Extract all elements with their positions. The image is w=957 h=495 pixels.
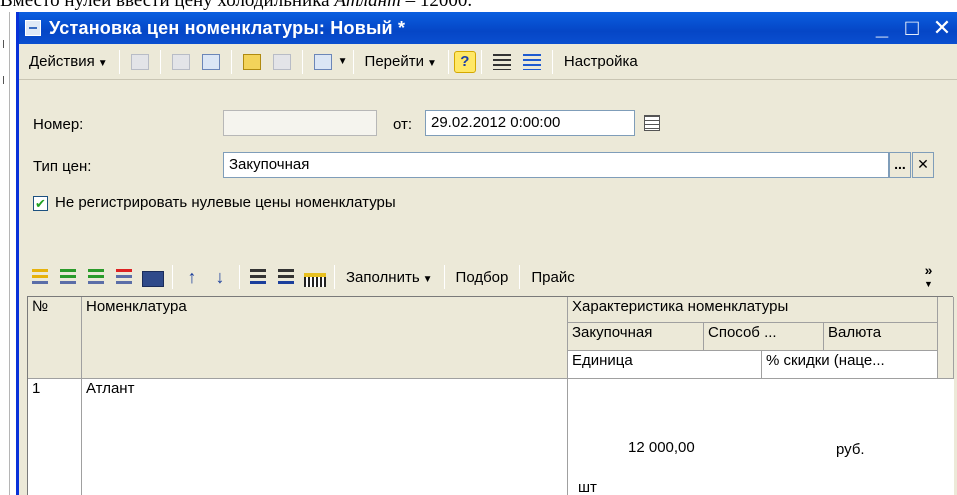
header-num[interactable]: № bbox=[28, 297, 82, 379]
add-row-icon[interactable] bbox=[30, 266, 52, 288]
movements-icon[interactable] bbox=[271, 51, 293, 73]
toolbar-separator bbox=[551, 49, 553, 74]
move-icon[interactable] bbox=[129, 51, 151, 73]
number-field[interactable] bbox=[223, 110, 377, 136]
table-row-characteristic[interactable] bbox=[568, 379, 954, 495]
chevron-down-icon: ▼ bbox=[97, 58, 108, 69]
prices-table[interactable]: № Номенклатура Характеристика номенклату… bbox=[27, 296, 954, 495]
toolbar-separator bbox=[301, 49, 303, 74]
minimize-button[interactable]: _ bbox=[867, 15, 897, 41]
background-document-edge bbox=[0, 12, 10, 495]
toolbar-separator bbox=[230, 49, 232, 74]
number-label: Номер: bbox=[33, 116, 84, 133]
more-commands-icon[interactable]: » ▼ bbox=[924, 262, 933, 290]
refresh-icon[interactable] bbox=[200, 51, 222, 73]
based-on-icon[interactable] bbox=[312, 51, 334, 73]
barcode-icon[interactable] bbox=[304, 273, 326, 287]
actions-menu-label: Действия bbox=[29, 53, 95, 70]
copy-row-icon[interactable] bbox=[58, 266, 80, 288]
sort-ascending-icon[interactable] bbox=[248, 266, 270, 288]
price-type-field[interactable]: Закупочная bbox=[223, 152, 889, 178]
toolbar-separator bbox=[443, 265, 445, 289]
caption-italic: Атлант bbox=[334, 0, 401, 11]
clear-button[interactable]: ✕ bbox=[912, 152, 934, 178]
delete-row-icon[interactable] bbox=[114, 266, 136, 288]
sort-descending-icon[interactable] bbox=[276, 266, 298, 288]
toolbar-separator bbox=[480, 49, 482, 74]
table-row-item[interactable]: Атлант bbox=[82, 379, 568, 495]
toolbar-separator bbox=[118, 49, 120, 74]
structure-icon[interactable] bbox=[241, 51, 263, 73]
chevron-down-icon: ▼ bbox=[422, 273, 433, 285]
toolbar-separator bbox=[334, 265, 335, 289]
toolbar-separator bbox=[172, 265, 173, 289]
price-type-label: Тип цен: bbox=[33, 158, 92, 175]
toolbar-separator bbox=[352, 49, 354, 74]
fill-menu-label: Заполнить bbox=[346, 268, 420, 286]
table-toolbar: ↑ ↓ Заполнить ▼ Подбор Прайс » ▼ bbox=[19, 262, 957, 292]
document-icon bbox=[25, 20, 41, 36]
chevron-down-icon[interactable]: ▼ bbox=[338, 56, 348, 67]
caption-suffix: – 12000. bbox=[400, 0, 473, 11]
date-label: от: bbox=[393, 116, 413, 133]
zero-prices-checkbox-label[interactable]: Не регистрировать нулевые цены номенклат… bbox=[55, 194, 396, 211]
table-row-num[interactable]: 1 bbox=[28, 379, 82, 495]
window-title: Установка цен номенклатуры: Новый * bbox=[49, 17, 406, 38]
end-edit-icon[interactable] bbox=[142, 271, 164, 287]
header-discount[interactable]: % скидки (наце... bbox=[762, 351, 938, 379]
main-toolbar: Действия ▼ ▼ Перейти ▼ ? Настройка bbox=[19, 44, 957, 80]
document-caption: Вместо нулей ввести цену холодильника Ат… bbox=[0, 0, 957, 12]
zero-prices-checkbox[interactable]: ✔ bbox=[33, 196, 48, 211]
toolbar-separator bbox=[239, 265, 240, 289]
post-icon[interactable] bbox=[170, 51, 192, 73]
caption-prefix: Вместо нулей ввести цену холодильника bbox=[0, 0, 335, 11]
fill-menu[interactable]: Заполнить ▼ bbox=[340, 269, 439, 286]
move-down-icon[interactable]: ↓ bbox=[209, 266, 231, 288]
more-commands-glyph: » bbox=[924, 262, 933, 278]
table-row-price[interactable]: 12 000,00 bbox=[628, 439, 695, 456]
header-unit[interactable]: Единица bbox=[568, 351, 762, 379]
list-view-icon[interactable] bbox=[521, 51, 543, 73]
goto-menu[interactable]: Перейти ▼ bbox=[359, 53, 443, 70]
header-method[interactable]: Способ ... bbox=[704, 323, 824, 351]
header-spacer bbox=[938, 297, 954, 379]
header-characteristic[interactable]: Характеристика номенклатуры bbox=[568, 297, 938, 323]
list-lines-icon[interactable] bbox=[491, 51, 513, 73]
settings-button[interactable]: Настройка bbox=[558, 53, 644, 70]
edit-row-icon[interactable] bbox=[86, 266, 108, 288]
goto-menu-label: Перейти bbox=[364, 53, 424, 70]
price-setting-window: Установка цен номенклатуры: Новый * _ □ … bbox=[16, 12, 957, 495]
header-item[interactable]: Номенклатура bbox=[82, 297, 568, 379]
actions-menu[interactable]: Действия ▼ bbox=[23, 53, 114, 70]
close-button[interactable]: ✕ bbox=[927, 15, 957, 41]
chevron-down-icon: ▼ bbox=[426, 58, 437, 69]
header-purchase[interactable]: Закупочная bbox=[568, 323, 704, 351]
pick-button[interactable]: Подбор bbox=[450, 269, 515, 286]
maximize-button[interactable]: □ bbox=[897, 15, 927, 41]
help-icon[interactable]: ? bbox=[453, 50, 476, 73]
table-row-currency[interactable]: руб. bbox=[836, 441, 865, 458]
toolbar-separator bbox=[159, 49, 161, 74]
date-field[interactable]: 29.02.2012 0:00:00 bbox=[425, 110, 635, 136]
select-button[interactable]: ... bbox=[889, 152, 911, 178]
window-titlebar[interactable]: Установка цен номенклатуры: Новый * _ □ … bbox=[19, 12, 957, 44]
header-currency[interactable]: Валюта bbox=[824, 323, 938, 351]
toolbar-separator bbox=[447, 49, 449, 74]
table-row-unit[interactable]: шт bbox=[578, 479, 597, 495]
calendar-icon[interactable] bbox=[644, 115, 660, 131]
move-up-icon[interactable]: ↑ bbox=[181, 266, 203, 288]
toolbar-separator bbox=[519, 265, 521, 289]
price-list-button[interactable]: Прайс bbox=[525, 269, 580, 286]
